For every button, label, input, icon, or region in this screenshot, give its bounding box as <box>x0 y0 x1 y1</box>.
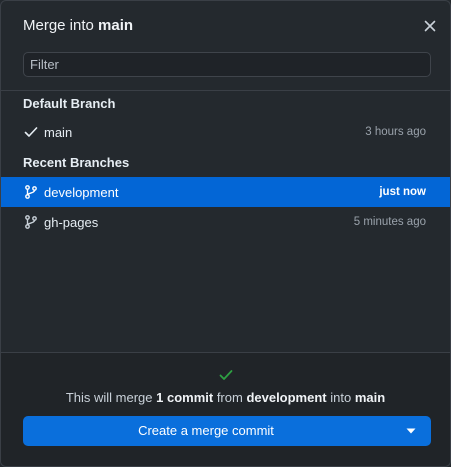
caret-down-icon[interactable] <box>391 416 431 446</box>
summary-text-2: from <box>213 390 247 405</box>
summary-source-branch: development <box>246 390 327 405</box>
summary-target-branch: main <box>354 390 386 405</box>
summary-commit-count: 1 commit <box>156 390 214 405</box>
success-check-icon <box>218 367 234 383</box>
merge-footer: This will merge 1 commit from developmen… <box>1 352 450 466</box>
merge-dialog: Merge into main Default Branch main 3 ho… <box>0 0 451 467</box>
close-icon[interactable] <box>422 18 438 34</box>
branch-time: just now <box>379 186 426 198</box>
branch-name: main <box>44 125 73 140</box>
create-merge-commit-button[interactable]: Create a merge commit <box>23 416 431 446</box>
summary-text-1: This will merge <box>65 390 157 405</box>
branch-name: gh-pages <box>44 215 99 230</box>
dialog-header: Merge into main <box>1 1 450 53</box>
git-branch-icon <box>24 215 38 229</box>
divider <box>1 90 450 91</box>
filter-input[interactable] <box>23 52 431 77</box>
branch-time: 3 hours ago <box>365 126 426 138</box>
branch-row-gh-pages[interactable]: gh-pages 5 minutes ago <box>1 207 450 237</box>
branch-time: 5 minutes ago <box>353 216 426 228</box>
title-branch: main <box>98 17 134 34</box>
recent-branches-heading: Recent Branches <box>23 155 130 170</box>
branch-row-development[interactable]: development just now <box>1 177 450 207</box>
title-prefix: Merge into <box>23 17 94 34</box>
branch-row-main[interactable]: main 3 hours ago <box>1 117 450 147</box>
git-branch-icon <box>24 185 38 199</box>
merge-summary: This will merge 1 commit from developmen… <box>1 390 450 405</box>
dialog-title: Merge into main <box>23 17 133 34</box>
merge-button-label: Create a merge commit <box>138 423 274 438</box>
default-branch-heading: Default Branch <box>23 96 116 111</box>
check-icon <box>24 125 38 139</box>
branch-name: development <box>44 185 119 200</box>
summary-text-3: into <box>326 390 355 405</box>
